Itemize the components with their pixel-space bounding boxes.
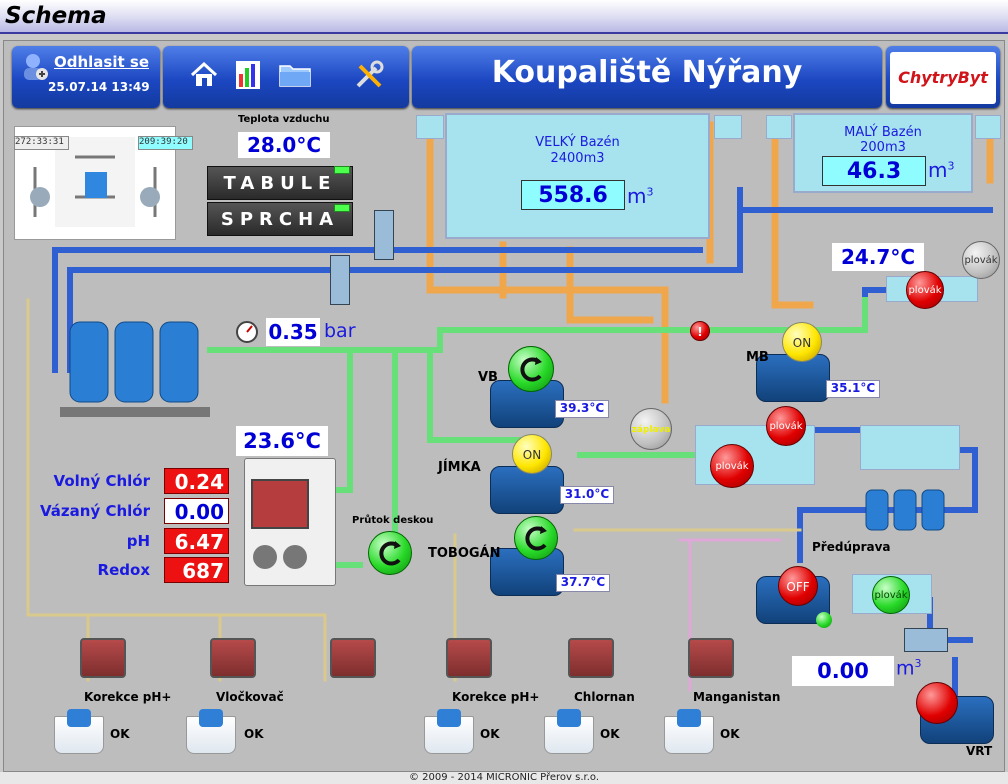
dosing-label-floc: Vločkovač [216, 690, 284, 704]
tank-status-5: OK [720, 727, 740, 741]
small-pool-level: 46.3 [822, 156, 926, 186]
small-pool-skimmer-right [975, 115, 1001, 139]
tank-status-2: OK [244, 727, 264, 741]
big-pool-skimmer-right [714, 115, 742, 139]
pump-tobogan-status[interactable] [514, 516, 558, 560]
pressure-gauge-icon [235, 320, 259, 348]
float-sensor-sump: plovák [710, 444, 754, 488]
pump-mb-label: MB [746, 350, 769, 365]
timer-left: 272:33:31 [14, 136, 69, 150]
small-pool-name: MALÝ Bazén [844, 125, 922, 140]
big-pool-skimmer-left [416, 115, 444, 139]
tank-status-3: OK [480, 727, 500, 741]
vrt-unit-text: m [896, 657, 915, 680]
tank-status-4: OK [600, 727, 620, 741]
big-pool-unit-text: m [627, 184, 647, 208]
pump-vb-label: VB [478, 370, 498, 385]
small-tank-temp: 24.7°C [832, 243, 924, 271]
sand-filters[interactable] [60, 312, 220, 427]
pump-jimka-label: JÍMKA [438, 460, 481, 475]
sprcha-indicator [334, 204, 350, 212]
pressure-unit: bar [324, 320, 356, 342]
dosing-label-ph-2: Korekce pH+ [452, 690, 540, 704]
big-pool [445, 113, 710, 239]
pump-jimka-status[interactable]: ON [512, 434, 552, 474]
free-chlorine-label: Volný Chlór [53, 472, 150, 490]
chem-tank-2 [186, 709, 236, 754]
pump-jimka-temp: 31.0°C [560, 486, 614, 504]
pressure-value: 0.35 [266, 318, 320, 346]
air-temp-label: Teplota vzduchu [238, 114, 330, 125]
pretreat-tank [860, 425, 960, 470]
small-pool-unit-text: m [928, 158, 948, 182]
tank-status-1: OK [110, 727, 130, 741]
bound-chlorine-value: 0.00 [164, 498, 229, 524]
big-pool-unit-sup: 3 [646, 185, 654, 199]
small-pool-unit: m3 [928, 158, 954, 182]
pump-vb-temp: 39.3°C [555, 400, 609, 418]
vrt-label: VRT [966, 744, 993, 758]
pretreat-filters[interactable] [862, 486, 948, 536]
valve-top[interactable] [374, 210, 394, 260]
pump-vrt-status[interactable] [916, 682, 958, 724]
tabule-label: TABULE [223, 173, 337, 194]
vrt-unit-sup: 3 [914, 657, 922, 670]
pretreat-small-indicator [816, 612, 832, 628]
small-pool-unit-sup: 3 [947, 159, 955, 173]
big-pool-unit: m3 [627, 184, 653, 208]
flow-label: Průtok deskou [352, 515, 434, 526]
free-chlorine-value: 0.24 [164, 468, 229, 494]
big-pool-name: VELKÝ Bazén [535, 135, 620, 150]
pump-tobogan-temp: 37.7°C [556, 574, 610, 592]
timer-right: 209:39:20 [138, 136, 193, 150]
pump-tobogan-label: TOBOGÁN [428, 546, 501, 561]
float-sensor-pretreat: plovák [872, 576, 910, 614]
footer: © 2009 - 2014 MICRONIC Přerov s.r.o. [0, 772, 1008, 784]
vrt-unit: m3 [896, 657, 922, 679]
dosing-pump-1[interactable] [80, 638, 126, 678]
sprcha-button[interactable]: SPRCHA [207, 202, 353, 236]
tabule-button[interactable]: TABULE [207, 166, 353, 200]
sprcha-label: SPRCHA [220, 209, 340, 230]
redox-value: 687 [164, 557, 229, 583]
pump-vb-status[interactable] [508, 346, 554, 392]
float-sensor-grey: plovák [962, 241, 1000, 279]
dosing-pump-6[interactable] [688, 638, 734, 678]
small-pool-volume: 200m3 [860, 140, 906, 155]
air-temp-value: 28.0°C [238, 132, 330, 158]
float-sensor-mb: plovák [766, 406, 806, 446]
vrt-volume: 0.00 [792, 656, 894, 686]
alarm-icon[interactable]: ! [690, 321, 710, 341]
flow-indicator [368, 531, 412, 575]
chem-tank-5 [664, 709, 714, 754]
ph-value: 6.47 [164, 528, 229, 554]
pump-mb-temp: 35.1°C [826, 380, 880, 398]
flood-sensor: záplava [630, 408, 672, 450]
dosing-label-ph-1: Korekce pH+ [84, 690, 172, 704]
big-pool-level: 558.6 [521, 180, 625, 210]
pump-mb-status[interactable]: ON [782, 322, 822, 362]
dosing-pump-3[interactable] [330, 638, 376, 678]
bound-chlorine-label: Vázaný Chlór [40, 502, 150, 520]
chem-tank-3 [424, 709, 474, 754]
big-pool-volume: 2400m3 [550, 151, 605, 166]
float-sensor-small: plovák [906, 271, 944, 309]
tabule-indicator [334, 166, 350, 174]
water-temp: 23.6°C [236, 426, 328, 456]
dosing-label-manganistan: Manganistan [693, 690, 781, 704]
dosing-label-chlornan: Chlornan [574, 690, 635, 704]
pretreat-label: Předúprava [812, 540, 891, 554]
pump-pretreat-status[interactable]: OFF [778, 566, 818, 606]
dosing-pump-4[interactable] [446, 638, 492, 678]
dosing-pump-2[interactable] [210, 638, 256, 678]
redox-label: Redox [97, 561, 150, 579]
chem-tank-4 [544, 709, 594, 754]
chem-tank-1 [54, 709, 104, 754]
ph-label: pH [126, 532, 150, 550]
water-analyzer[interactable] [244, 458, 336, 586]
dosing-pump-5[interactable] [568, 638, 614, 678]
valve-mid[interactable] [330, 255, 350, 305]
small-pool-skimmer-left [766, 115, 792, 139]
vrt-valve[interactable] [904, 628, 948, 652]
